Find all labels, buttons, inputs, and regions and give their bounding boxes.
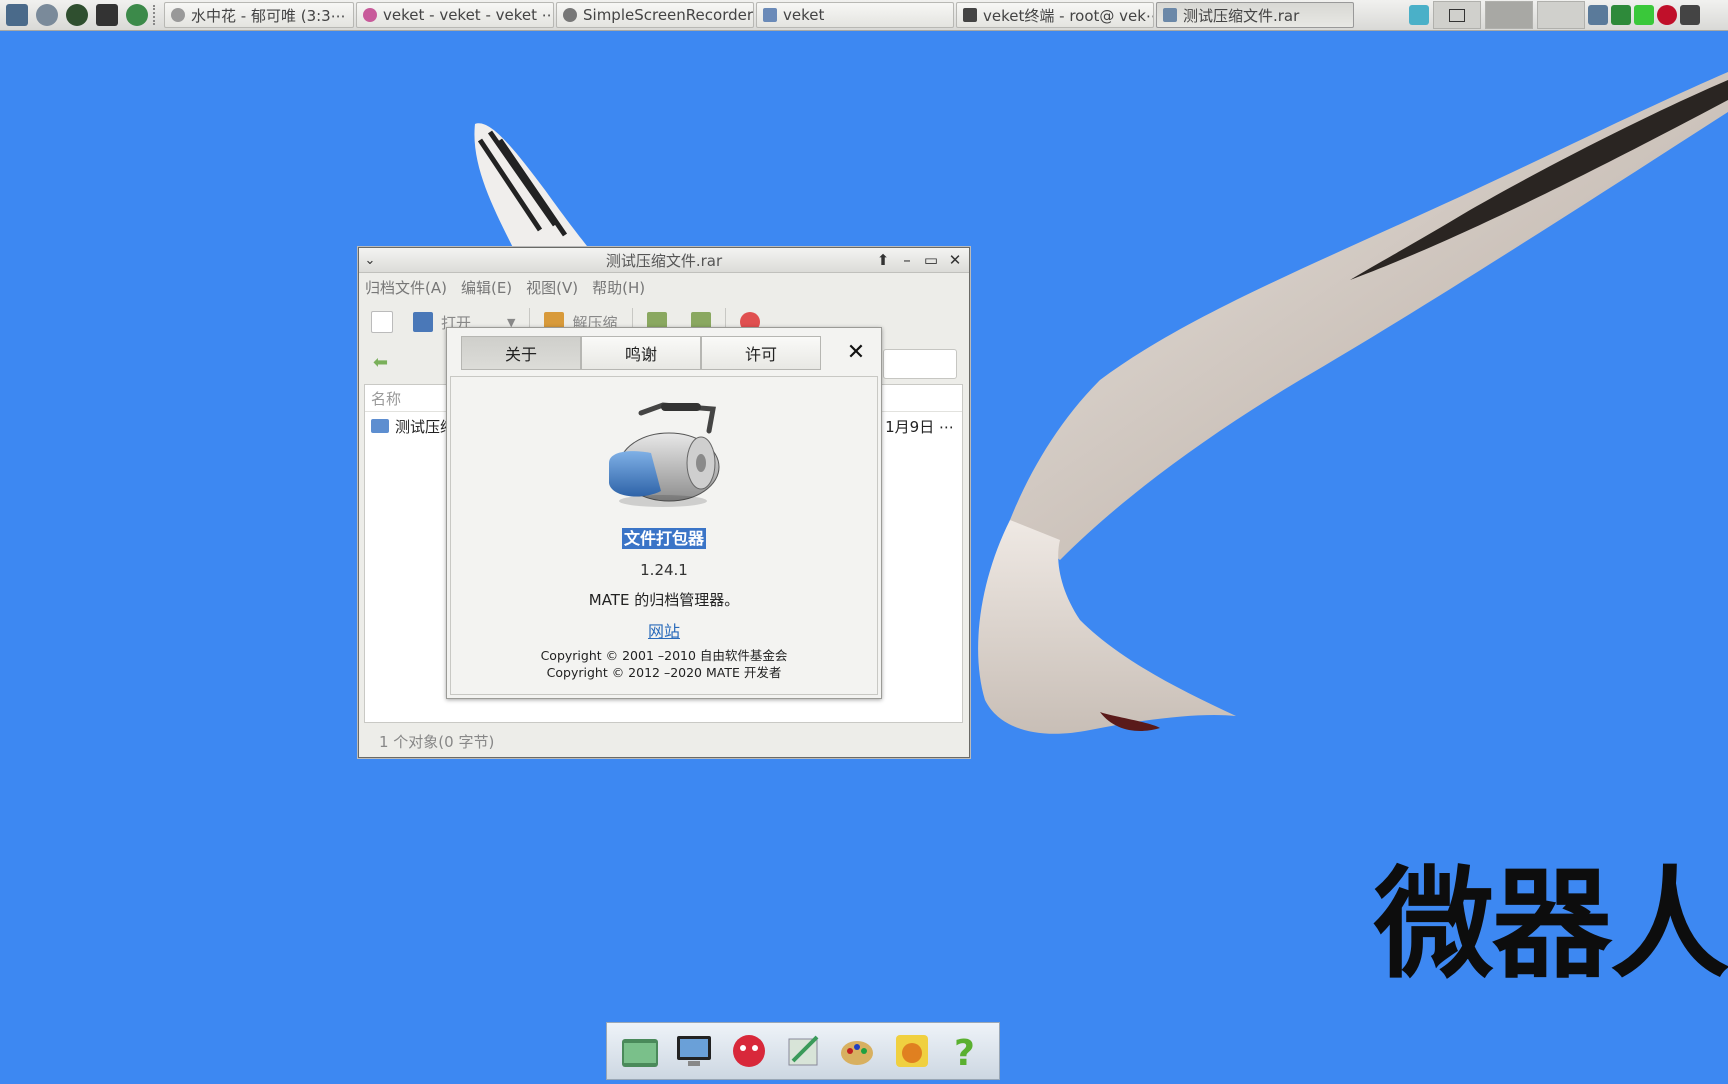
music-icon bbox=[171, 8, 185, 22]
location-entry[interactable] bbox=[883, 349, 957, 379]
window-titlebar[interactable]: ⌄ 测试压缩文件.rar ⬆ – ▭ ✕ bbox=[359, 248, 969, 273]
bottom-dock: ? bbox=[606, 1022, 1000, 1080]
task-browser[interactable]: veket - veket - veket ⋯ bbox=[356, 2, 554, 28]
menu-edit[interactable]: 编辑(E) bbox=[461, 277, 512, 298]
tab-license[interactable]: 许可 bbox=[701, 336, 821, 370]
media-launcher[interactable] bbox=[64, 2, 90, 28]
screen-settings-icon[interactable] bbox=[671, 1028, 717, 1074]
file-manager-icon[interactable] bbox=[617, 1028, 663, 1074]
veket-icon[interactable] bbox=[889, 1028, 935, 1074]
terminal-icon bbox=[963, 8, 977, 22]
close-icon[interactable]: ✕ bbox=[945, 250, 965, 270]
back-icon[interactable]: ⬅ bbox=[373, 352, 388, 373]
folder-icon bbox=[763, 8, 777, 22]
system-monitor-icon bbox=[6, 4, 28, 26]
task-screen-recorder[interactable]: SimpleScreenRecorder bbox=[556, 2, 754, 28]
paint-icon[interactable] bbox=[834, 1028, 880, 1074]
media-play-icon bbox=[66, 4, 88, 26]
task-label: SimpleScreenRecorder bbox=[583, 6, 754, 24]
top-panel: 水中花 - 郁可唯 (3:3⋯ veket - veket - veket ⋯ … bbox=[0, 0, 1728, 31]
task-archive-manager[interactable]: 测试压缩文件.rar bbox=[1156, 2, 1354, 28]
workspace-2[interactable] bbox=[1485, 1, 1533, 29]
settings-launcher[interactable] bbox=[34, 2, 60, 28]
mascot-icon[interactable] bbox=[726, 1028, 772, 1074]
workspace-3[interactable] bbox=[1537, 1, 1585, 29]
terminal-launcher[interactable] bbox=[94, 2, 120, 28]
task-label: 测试压缩文件.rar bbox=[1183, 6, 1300, 25]
keyboard-icon[interactable] bbox=[1680, 5, 1700, 25]
editor-icon[interactable] bbox=[780, 1028, 826, 1074]
program-comment: MATE 的归档管理器。 bbox=[588, 591, 740, 609]
record-icon[interactable] bbox=[1657, 5, 1677, 25]
desktop-watermark-text: 微器人 bbox=[1374, 856, 1728, 995]
close-icon[interactable]: ✕ bbox=[843, 340, 869, 366]
menu-view[interactable]: 视图(V) bbox=[526, 277, 578, 298]
network-icon[interactable] bbox=[1588, 5, 1608, 25]
workspace-1[interactable] bbox=[1433, 1, 1481, 29]
menubar: 归档文件(A) 编辑(E) 视图(V) 帮助(H) bbox=[359, 273, 969, 301]
menu-help[interactable]: 帮助(H) bbox=[592, 277, 645, 298]
menu-archive[interactable]: 归档文件(A) bbox=[365, 277, 447, 298]
browser-icon bbox=[363, 8, 377, 22]
shade-icon[interactable]: ⬆ bbox=[873, 250, 893, 270]
settings-icon bbox=[36, 4, 58, 26]
copyright-line-2: Copyright © 2012 –2020 MATE 开发者 bbox=[546, 665, 782, 680]
shield-icon[interactable] bbox=[1611, 5, 1631, 25]
file-date: 1月9日 ⋯ bbox=[885, 417, 954, 436]
about-tabs: 关于 鸣谢 许可 bbox=[461, 336, 821, 370]
archive-manager-logo-icon bbox=[609, 402, 720, 507]
battery-icon[interactable] bbox=[1634, 5, 1654, 25]
minimize-icon[interactable]: – bbox=[897, 250, 917, 270]
archive-icon bbox=[1163, 8, 1177, 22]
task-label: veket终端 - root@ vek⋯ bbox=[983, 6, 1154, 25]
tab-credits[interactable]: 鸣谢 bbox=[581, 336, 701, 370]
status-bar: 1 个对象(0 字节) bbox=[379, 732, 495, 751]
task-file-manager[interactable]: veket bbox=[756, 2, 954, 28]
about-dialog: 关于 鸣谢 许可 ✕ 文件打包器 1.24.1 MATE 的归档管理器。 网站 … bbox=[446, 327, 882, 699]
task-label: 水中花 - 郁可唯 (3:3⋯ bbox=[191, 6, 346, 25]
task-label: veket - veket - veket ⋯ bbox=[383, 6, 554, 24]
window-menu-icon[interactable]: ⌄ bbox=[359, 253, 381, 268]
tab-about[interactable]: 关于 bbox=[461, 336, 581, 370]
website-link[interactable]: 网站 bbox=[451, 618, 877, 642]
terminal-icon bbox=[96, 4, 118, 26]
program-version: 1.24.1 bbox=[640, 561, 688, 579]
svg-text:?: ? bbox=[954, 1033, 975, 1071]
task-terminal[interactable]: veket终端 - root@ vek⋯ bbox=[956, 2, 1154, 28]
panel-separator bbox=[153, 5, 159, 25]
show-desktop-icon[interactable] bbox=[1409, 5, 1429, 25]
program-name: 文件打包器 bbox=[621, 528, 706, 549]
maximize-icon[interactable]: ▭ bbox=[921, 250, 941, 270]
browser-icon bbox=[126, 4, 148, 26]
help-icon[interactable]: ? bbox=[943, 1028, 989, 1074]
task-label: veket bbox=[783, 6, 825, 24]
task-music-player[interactable]: 水中花 - 郁可唯 (3:3⋯ bbox=[164, 2, 354, 28]
new-archive-icon[interactable] bbox=[371, 311, 393, 333]
browser-launcher[interactable] bbox=[124, 2, 150, 28]
open-icon[interactable] bbox=[413, 312, 433, 332]
system-monitor-launcher[interactable] bbox=[4, 2, 30, 28]
recorder-icon bbox=[563, 8, 577, 22]
about-panel: 文件打包器 1.24.1 MATE 的归档管理器。 网站 Copyright ©… bbox=[450, 376, 878, 695]
folder-icon bbox=[371, 419, 389, 433]
